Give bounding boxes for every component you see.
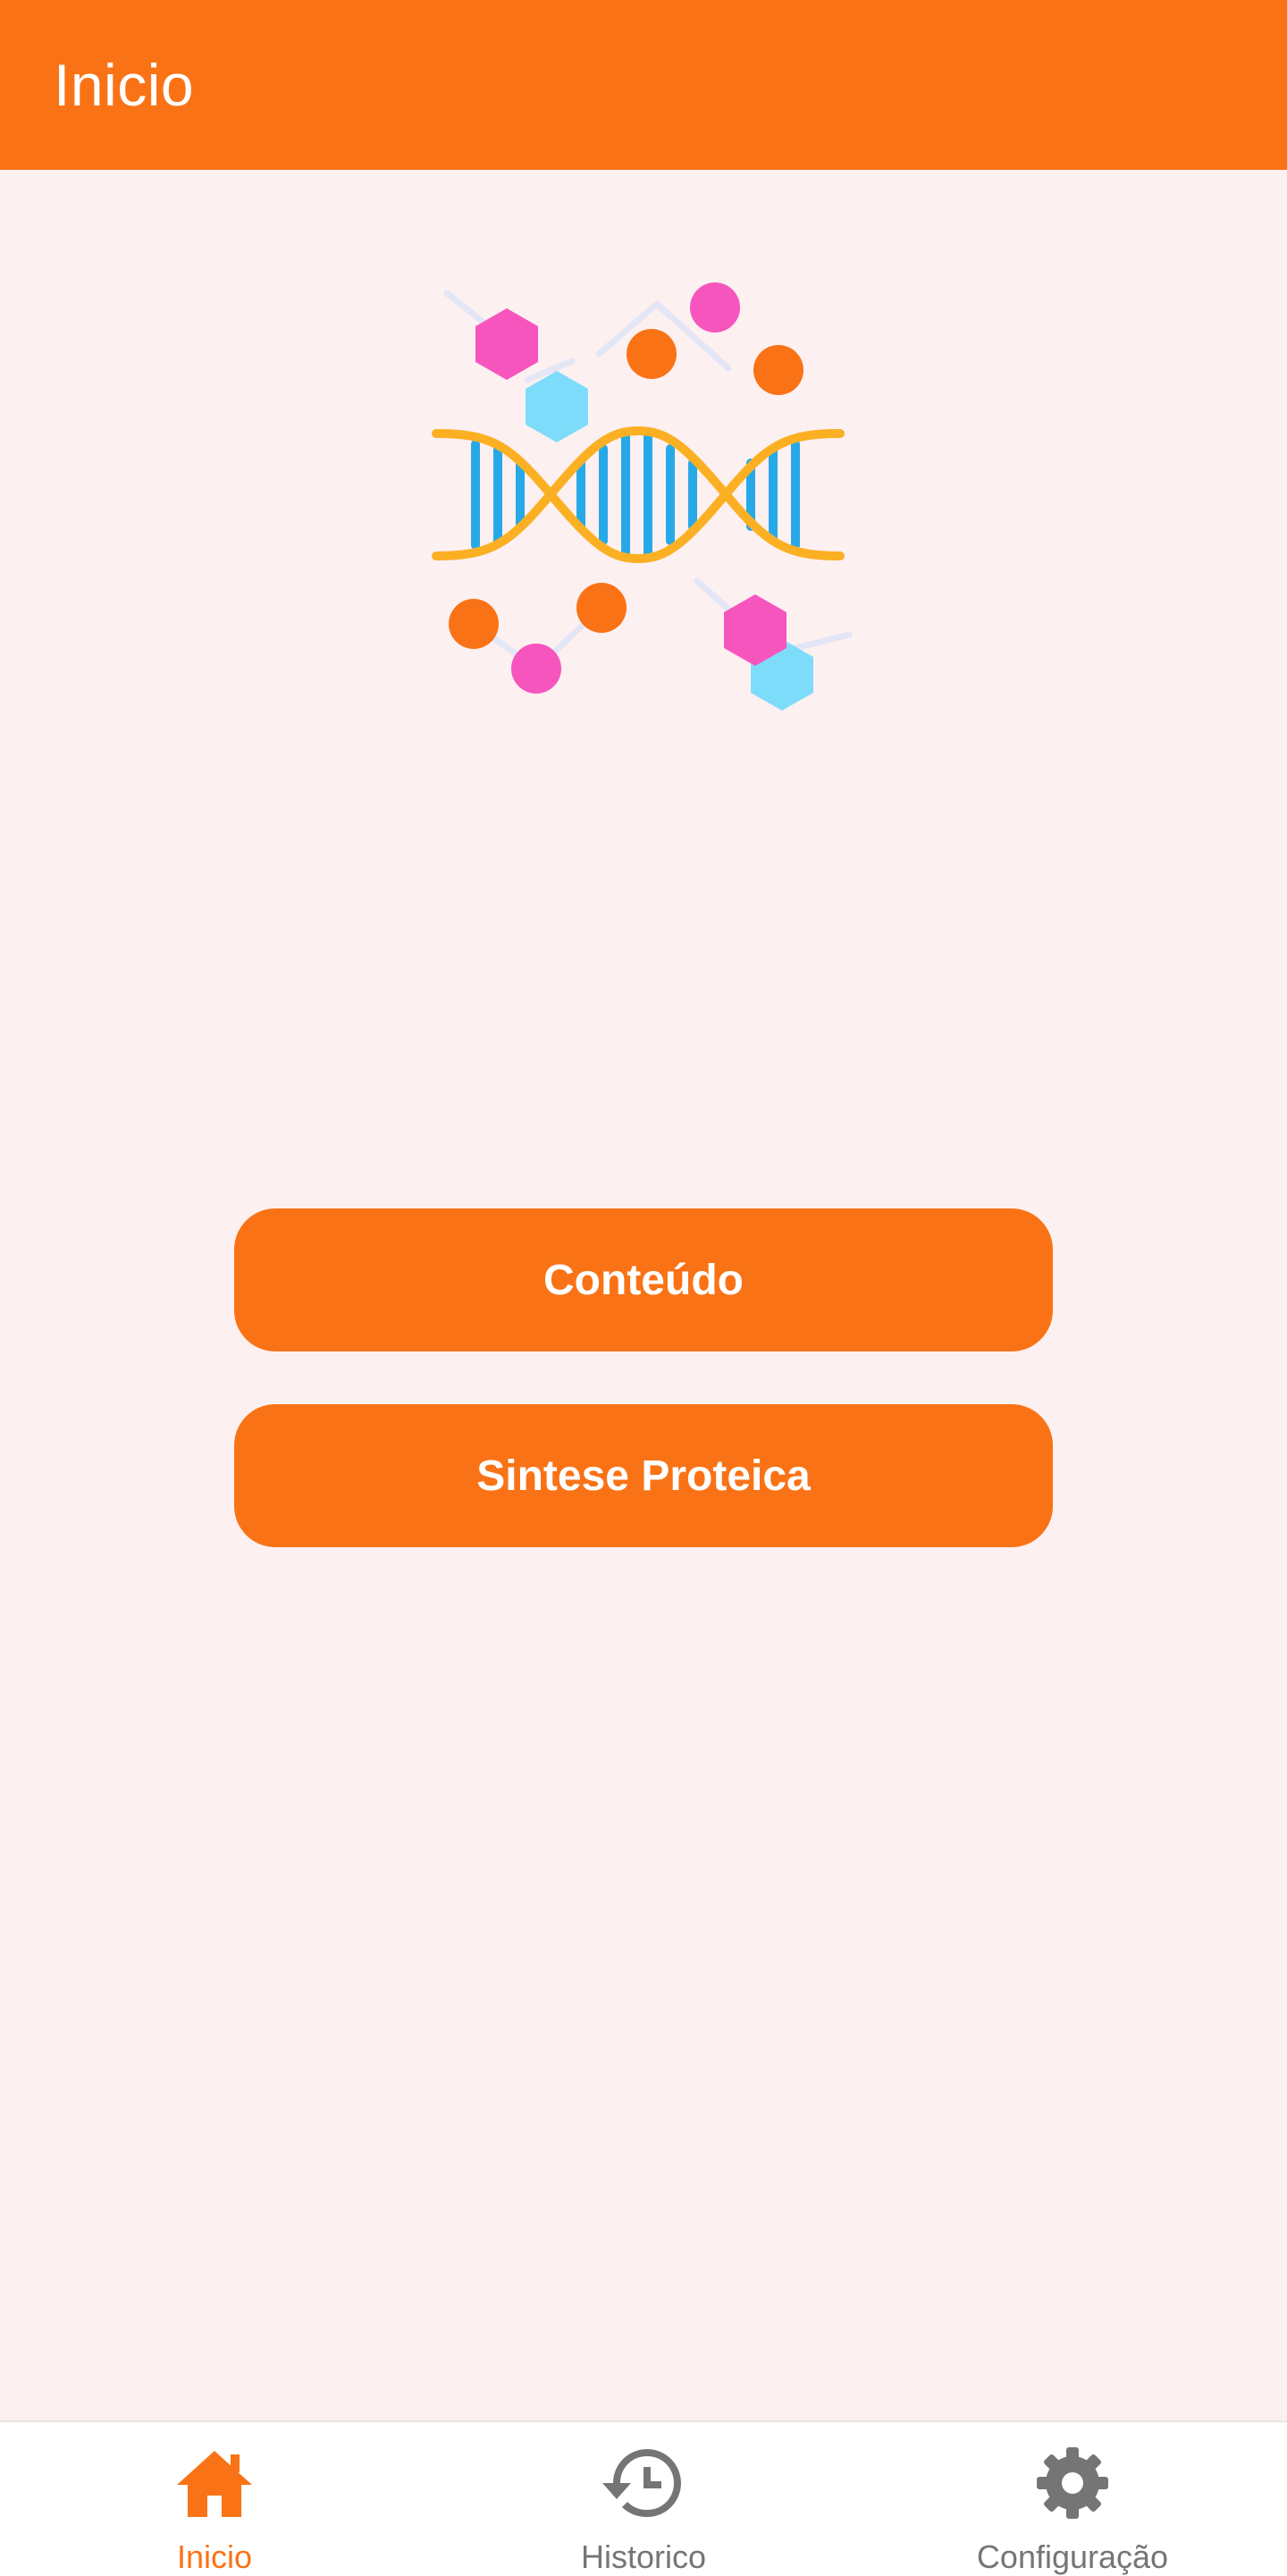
nav-item-inicio[interactable]: Inicio — [0, 2422, 429, 2576]
sintese-proteica-button[interactable]: Sintese Proteica — [234, 1404, 1053, 1547]
history-icon — [601, 2440, 686, 2526]
page-title: Inicio — [54, 52, 195, 118]
nav-item-historico[interactable]: Historico — [429, 2422, 858, 2576]
nav-item-configuracao[interactable]: Configuração — [858, 2422, 1287, 2576]
app-screen: Inicio Conteúdo Sintese Proteica Inicio … — [0, 0, 1287, 2576]
nav-label-configuracao: Configuração — [976, 2538, 1169, 2575]
dna-illustration — [420, 268, 867, 724]
nav-label-historico: Historico — [580, 2538, 707, 2575]
home-icon — [172, 2440, 257, 2526]
app-bar: Inicio — [0, 0, 1287, 170]
conteudo-button[interactable]: Conteúdo — [234, 1208, 1053, 1351]
nav-label-inicio: Inicio — [176, 2538, 253, 2575]
bottom-navigation: Inicio Historico Configuração — [0, 2420, 1287, 2576]
gear-icon — [1030, 2440, 1115, 2526]
dna-molecule-icon — [432, 282, 853, 711]
